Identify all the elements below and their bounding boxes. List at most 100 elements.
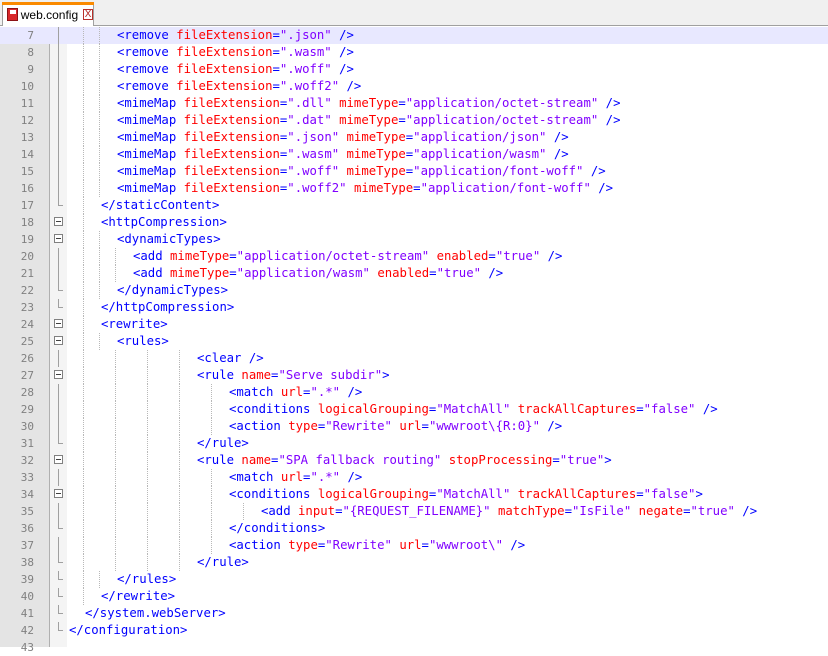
indent-guide	[99, 231, 100, 248]
xml-tag: <rewrite>	[101, 317, 168, 331]
code-line[interactable]: 8 <remove fileExtension=".wasm" />	[0, 44, 828, 61]
code-line[interactable]: 19 <dynamicTypes>	[0, 231, 828, 248]
line-number: 18	[20, 216, 34, 229]
fold-end-marker	[58, 520, 63, 529]
code-text: <remove fileExtension=".json" />	[117, 27, 354, 44]
xml-attribute: fileExtension	[183, 113, 280, 127]
code-line[interactable]: 18 <httpCompression>	[0, 214, 828, 231]
fold-toggle-icon[interactable]	[54, 336, 63, 345]
code-line[interactable]: 36 </conditions>	[0, 520, 828, 537]
code-line[interactable]: 32 <rule name = "SPA fallback routing" stop…	[0, 452, 828, 469]
code-lines: 7 <remove fileExtension=".json" /> 8 <remov…	[0, 27, 828, 654]
code-line[interactable]: 33 <match url=".*" />	[0, 469, 828, 486]
indent-guide	[115, 503, 116, 520]
xml-tag: />	[695, 402, 718, 416]
xml-attribute: fileExtension	[183, 147, 280, 161]
code-line[interactable]: 34 <conditions logicalGrouping = "MatchAll"…	[0, 486, 828, 503]
code-line[interactable]: 40 </rewrite>	[0, 588, 828, 605]
indent-guide	[179, 418, 180, 435]
code-line[interactable]: 14 <mimeMap fileExtension=".wasm" mimeTyp…	[0, 146, 828, 163]
fold-toggle-icon[interactable]	[54, 370, 63, 379]
xml-tag: />	[583, 164, 606, 178]
code-text: <dynamicTypes>	[117, 231, 221, 248]
indent-guide	[99, 27, 100, 44]
line-number: 42	[20, 624, 34, 637]
indent-guide	[179, 401, 180, 418]
code-line[interactable]: 42 </configuration>	[0, 622, 828, 639]
line-number: 17	[20, 199, 34, 212]
code-line[interactable]: 17 </staticContent>	[0, 197, 828, 214]
xml-tag: </conditions>	[229, 521, 326, 535]
xml-value: "application/json"	[413, 130, 547, 144]
xml-value: "Serve subdir"	[278, 368, 383, 382]
xml-tag: />	[339, 79, 362, 93]
indent-guide	[83, 418, 84, 435]
xml-attribute: mimeType	[339, 96, 399, 110]
code-editor[interactable]: 7 <remove fileExtension=".json" /> 8 <remov…	[0, 27, 828, 654]
code-text: </conditions>	[229, 520, 325, 537]
code-line[interactable]: 15 <mimeMap fileExtension=".woff" mimeTyp…	[0, 163, 828, 180]
code-line[interactable]: 31 </rule>	[0, 435, 828, 452]
xml-tag: <dynamicTypes>	[117, 232, 221, 246]
code-line[interactable]: 30 <action type="Rewrite" url="wwwroot\{R…	[0, 418, 828, 435]
tab-web-config[interactable]: web.config X	[2, 2, 94, 26]
close-tab-icon[interactable]: X	[83, 9, 93, 20]
code-line[interactable]: 24 <rewrite>	[0, 316, 828, 333]
fold-toggle-icon[interactable]	[54, 489, 63, 498]
code-text: </rule>	[197, 435, 249, 452]
code-line[interactable]: 11 <mimeMap fileExtension = ".dll" mimeType…	[0, 95, 828, 112]
xml-tag: <rule	[197, 453, 242, 467]
code-line[interactable]: 39 </rules>	[0, 571, 828, 588]
indent-guide	[115, 248, 116, 265]
code-text: </httpCompression>	[101, 299, 234, 316]
code-line[interactable]: 29 <conditions logicalGrouping = "MatchAll"…	[0, 401, 828, 418]
code-line[interactable]: 7 <remove fileExtension=".json" />	[0, 27, 828, 44]
xml-attribute: negate	[638, 504, 684, 518]
fold-end-marker	[58, 588, 63, 597]
xml-tag: <httpCompression>	[101, 215, 227, 229]
xml-tag: =	[272, 28, 280, 42]
indent-guide	[179, 469, 180, 486]
code-line[interactable]: 26 <clear />	[0, 350, 828, 367]
fold-guide	[58, 384, 59, 401]
fold-toggle-icon[interactable]	[54, 217, 63, 226]
code-line[interactable]: 20 <add mimeType="application/octet-strea…	[0, 248, 828, 265]
code-line[interactable]: 43	[0, 639, 828, 656]
code-line[interactable]: 27 <rule name="Serve subdir">	[0, 367, 828, 384]
code-line[interactable]: 28 <match url=".*" />	[0, 384, 828, 401]
indent-guide	[83, 197, 84, 214]
indent-guide	[179, 486, 180, 503]
xml-tag: />	[340, 470, 363, 484]
code-line[interactable]: 13 <mimeMap fileExtension=".json" mimeTyp…	[0, 129, 828, 146]
indent-guide	[99, 333, 100, 350]
xml-value: ".json"	[279, 28, 332, 42]
indent-guide	[83, 384, 84, 401]
code-line[interactable]: 9 <remove fileExtension=".woff" />	[0, 61, 828, 78]
code-line[interactable]: 35 <add input = "{REQUEST_FILENAME}" matchT…	[0, 503, 828, 520]
code-line[interactable]: 25 <rules>	[0, 333, 828, 350]
code-line[interactable]: 38 </rule>	[0, 554, 828, 571]
indent-guide	[99, 248, 100, 265]
xml-tag: =	[398, 113, 406, 127]
xml-tag	[631, 504, 638, 518]
xml-tag: />	[598, 96, 621, 110]
indent-guide	[83, 486, 84, 503]
fold-toggle-icon[interactable]	[54, 234, 63, 243]
xml-tag: =	[552, 453, 560, 467]
code-line[interactable]: 37 <action type="Rewrite" url="wwwroot\" …	[0, 537, 828, 554]
code-line[interactable]: 23 </httpCompression>	[0, 299, 828, 316]
code-line[interactable]: 22 </dynamicTypes>	[0, 282, 828, 299]
line-number: 16	[20, 182, 34, 195]
xml-value: "application/font-woff"	[413, 164, 584, 178]
code-line[interactable]: 21 <add mimeType="application/wasm" enabl…	[0, 265, 828, 282]
code-line[interactable]: 10 <remove fileExtension=".woff2" />	[0, 78, 828, 95]
code-line[interactable]: 16 <mimeMap fileExtension = ".woff2" mimeTy…	[0, 180, 828, 197]
code-line[interactable]: 41 </system.webServer>	[0, 605, 828, 622]
xml-tag: <mimeMap	[117, 113, 184, 127]
fold-toggle-icon[interactable]	[54, 455, 63, 464]
indent-guide	[147, 537, 148, 554]
line-number: 41	[20, 607, 34, 620]
fold-end-marker	[58, 571, 63, 580]
code-line[interactable]: 12 <mimeMap fileExtension = ".dat" mimeType…	[0, 112, 828, 129]
fold-toggle-icon[interactable]	[54, 319, 63, 328]
